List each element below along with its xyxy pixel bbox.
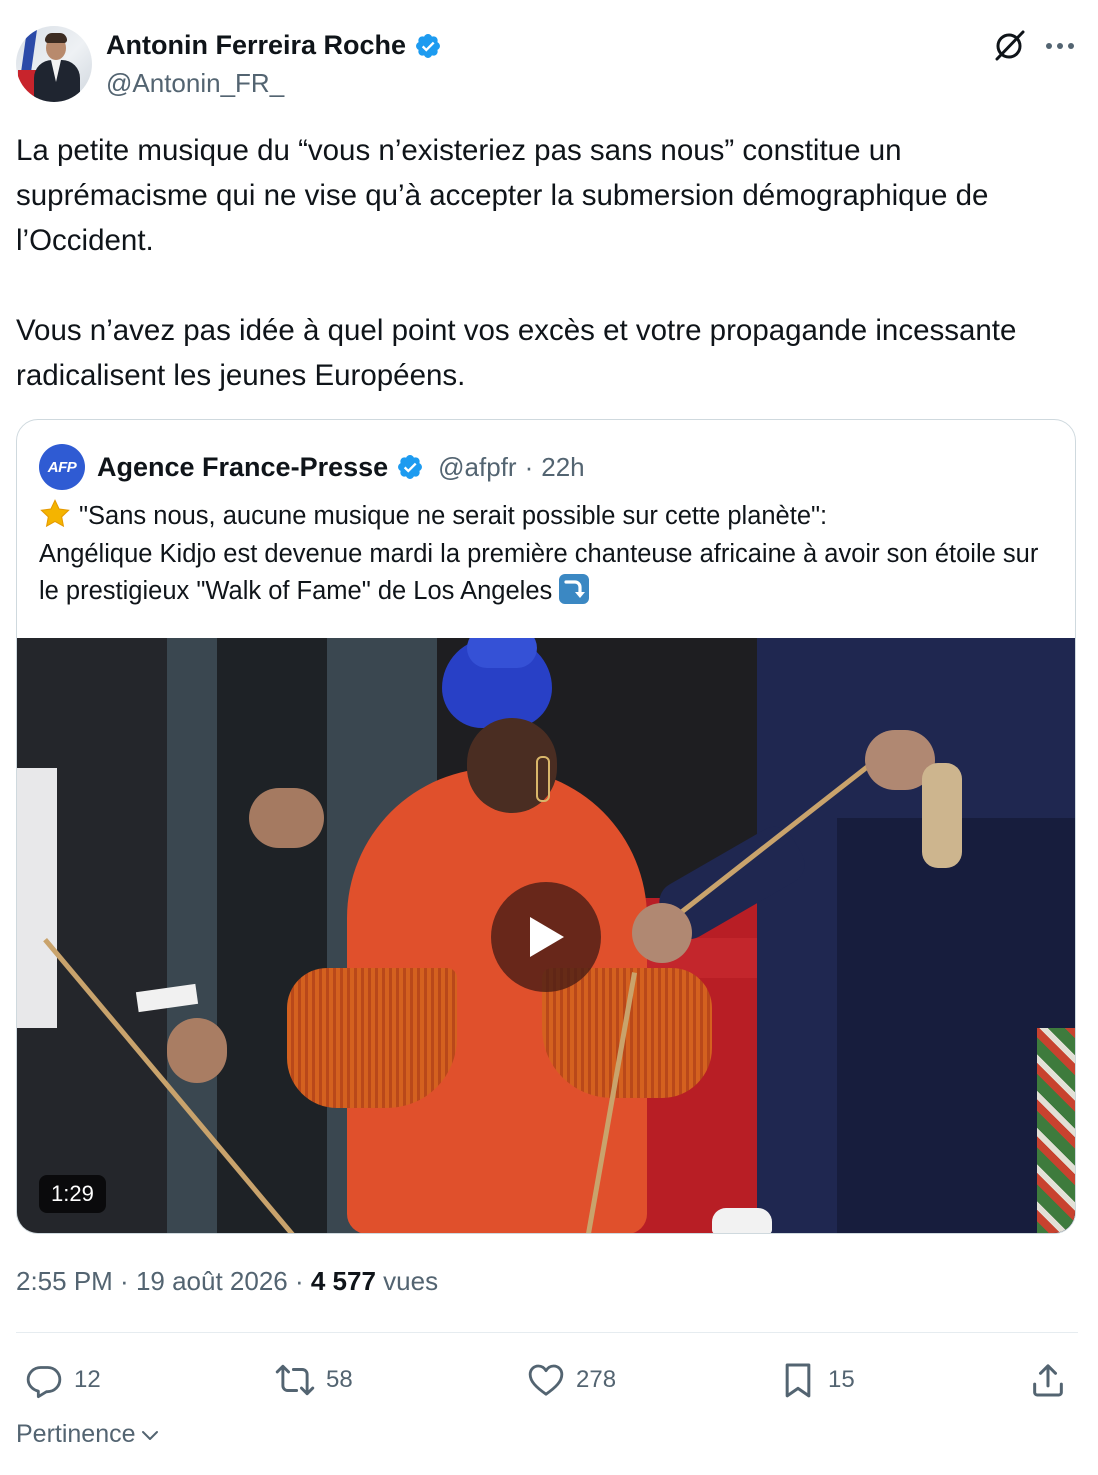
sort-dropdown[interactable]: Pertinence	[16, 1420, 160, 1449]
author-name-row: Antonin Ferreira Roche	[106, 30, 442, 61]
chevron-down-icon	[141, 1430, 158, 1440]
reply-count: 12	[74, 1366, 101, 1393]
quoted-author-avatar[interactable]: AFP	[39, 444, 85, 490]
quoted-timestamp[interactable]: 22h	[541, 452, 584, 483]
verified-badge-icon	[416, 33, 441, 58]
bookmark-icon	[785, 1363, 811, 1398]
grok-button[interactable]	[990, 26, 1030, 66]
divider	[16, 1332, 1078, 1333]
quoted-tweet[interactable]: AFP Agence France-Presse @afpfr · 22h "S…	[16, 419, 1076, 1234]
reply-icon	[26, 1366, 62, 1399]
quoted-text-line1: "Sans nous, aucune musique ne serait pos…	[79, 502, 828, 530]
share-icon	[1033, 1364, 1063, 1397]
play-icon	[530, 917, 564, 957]
author-handle[interactable]: @Antonin_FR_	[106, 68, 284, 99]
separator-dot: ·	[112, 1266, 136, 1296]
quoted-tweet-text: "Sans nous, aucune musique ne serait pos…	[39, 498, 1059, 611]
tweet-text: La petite musique du “vous n’existeriez …	[16, 134, 1017, 392]
separator-dot: ·	[524, 451, 534, 482]
action-bar: 12 58 278 15	[16, 1354, 1078, 1406]
sort-label: Pertinence	[16, 1420, 136, 1448]
heart-icon	[528, 1364, 564, 1396]
video-player[interactable]: 1:29	[17, 638, 1075, 1233]
grok-icon	[995, 30, 1025, 61]
like-count: 278	[576, 1366, 617, 1393]
play-button[interactable]	[491, 882, 601, 992]
repost-count: 58	[326, 1366, 353, 1393]
star-emoji-icon	[40, 499, 70, 528]
quoted-tweet-header: AFP Agence France-Presse @afpfr · 22h	[39, 444, 585, 490]
reply-button[interactable]: 12	[24, 1354, 101, 1406]
repost-button[interactable]: 58	[274, 1354, 353, 1406]
right-arrow-curving-down-emoji-icon	[559, 574, 590, 604]
quoted-author-handle[interactable]: @afpfr	[438, 452, 516, 483]
share-button[interactable]	[1028, 1354, 1068, 1406]
views-label: vues	[375, 1266, 439, 1296]
bookmark-count: 15	[828, 1366, 855, 1393]
verified-badge-icon	[398, 455, 423, 479]
author-display-name[interactable]: Antonin Ferreira Roche	[106, 30, 406, 61]
author-avatar[interactable]	[16, 26, 92, 102]
separator-dot: ·	[287, 1266, 311, 1296]
like-button[interactable]: 278	[526, 1354, 616, 1406]
tweet-date[interactable]: 19 août 2026	[136, 1266, 288, 1296]
more-icon	[1046, 43, 1074, 49]
views-count: 4 577	[310, 1266, 376, 1296]
tweet-meta: 2:55 PM · 19 août 2026 · 4 577 vues	[16, 1266, 438, 1297]
tweet-header: Antonin Ferreira Roche @Antonin_FR_	[16, 26, 1082, 102]
bookmark-button[interactable]: 15	[778, 1354, 855, 1406]
quoted-text-rest: Angélique Kidjo est devenue mardi la pre…	[39, 539, 1039, 606]
quoted-author-display-name[interactable]: Agence France-Presse	[97, 452, 388, 483]
more-options-button[interactable]	[1040, 26, 1080, 66]
repost-icon	[275, 1364, 315, 1396]
video-duration-badge: 1:29	[39, 1175, 106, 1213]
tweet-time[interactable]: 2:55 PM	[16, 1266, 113, 1296]
